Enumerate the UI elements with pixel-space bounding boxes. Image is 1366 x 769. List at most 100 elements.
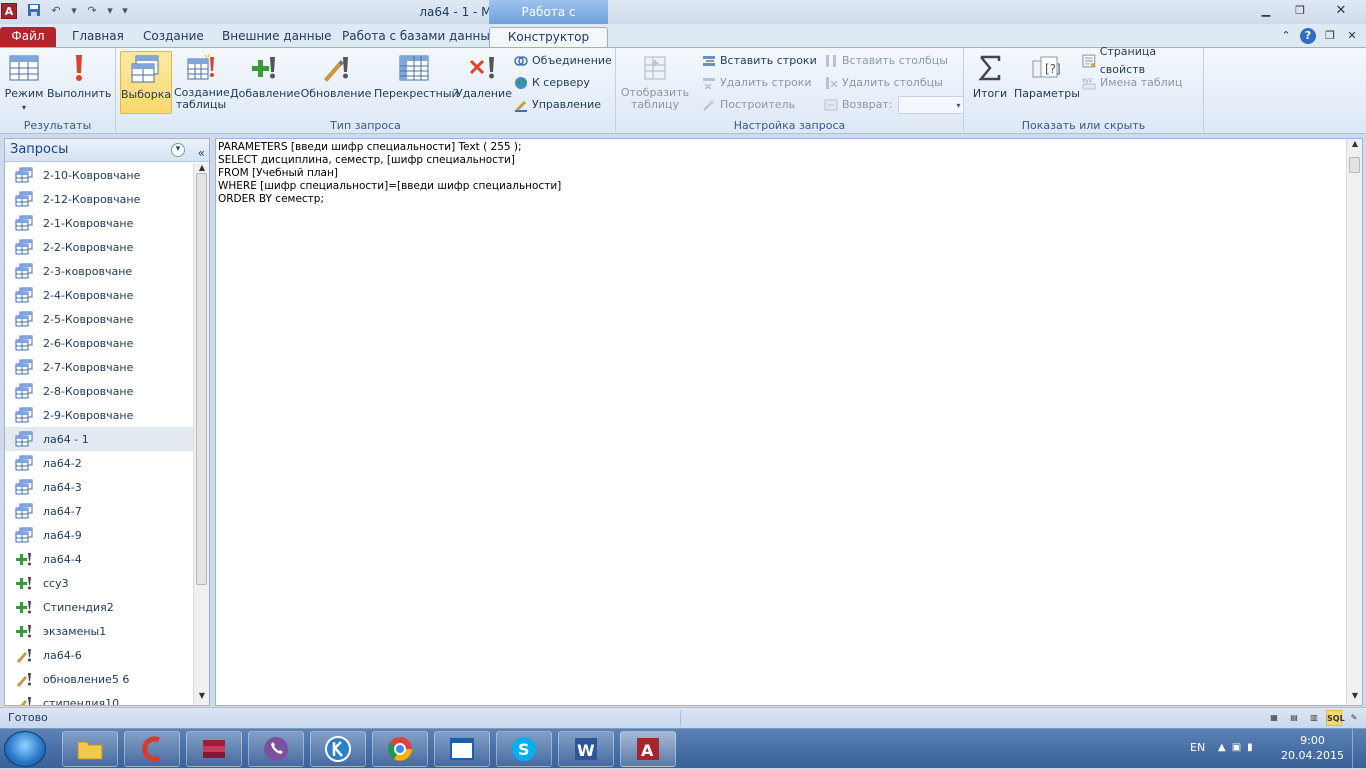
language-indicator[interactable]: EN	[1190, 741, 1205, 754]
data-definition-button[interactable]: Управление	[514, 96, 601, 114]
table-names-button[interactable]: xyz Имена таблиц	[1082, 74, 1182, 92]
builder-button[interactable]: Построитель	[702, 96, 795, 114]
tab-design[interactable]: Конструктор	[489, 27, 608, 48]
passthrough-query-button[interactable]: К серверу	[514, 74, 590, 92]
nav-query-item[interactable]: ла64-7	[5, 499, 193, 523]
chevron-down-icon: ▾	[956, 101, 961, 110]
nav-query-item[interactable]: ла64 - 1	[5, 427, 193, 451]
clock[interactable]: 9:00 20.04.2015	[1281, 733, 1344, 763]
delete-query-button[interactable]: Удаление	[456, 51, 512, 113]
nav-query-item[interactable]: ла64-4	[5, 547, 193, 571]
doc-restore-icon[interactable]: ❐	[1322, 28, 1338, 44]
scroll-down-icon[interactable]: ▼	[194, 691, 210, 705]
taskbar-explorer[interactable]	[62, 731, 118, 767]
crosstab-query-button[interactable]: Перекрестный	[374, 51, 459, 113]
start-button[interactable]	[4, 731, 46, 767]
delete-query-icon	[469, 57, 494, 79]
select-query-icon	[15, 479, 33, 495]
design-view-icon[interactable]: ✎	[1346, 710, 1362, 726]
nav-query-item[interactable]: обновление5 6	[5, 667, 193, 691]
sql-scrollbar[interactable]: ▲ ▼	[1346, 139, 1362, 705]
taskbar-winrar[interactable]	[186, 731, 242, 767]
nav-query-item[interactable]: 2-2-Ковровчане	[5, 235, 193, 259]
tab-external-data[interactable]: Внешние данные	[214, 27, 339, 48]
nav-query-item[interactable]: ла64-6	[5, 643, 193, 667]
nav-query-item[interactable]: 2-12-Ковровчане	[5, 187, 193, 211]
nav-query-item[interactable]: ла64-2	[5, 451, 193, 475]
tray-icons[interactable]: ▲▣▮	[1218, 742, 1259, 753]
taskbar-access[interactable]: A	[620, 731, 676, 767]
scroll-thumb[interactable]	[196, 173, 207, 585]
union-query-button[interactable]: Объединение	[514, 52, 612, 70]
nav-query-item[interactable]: ссу3	[5, 571, 193, 595]
nav-query-item[interactable]: 2-10-Ковровчане	[5, 163, 193, 187]
nav-menu-dropdown-icon[interactable]: ▾	[171, 143, 185, 157]
nav-query-item[interactable]: стипендия10	[5, 691, 193, 705]
tab-home[interactable]: Главная	[64, 27, 132, 48]
status-bar: Готово ▦ ▤ ▥ SQL ✎	[0, 707, 1366, 728]
insert-rows-button[interactable]: Вставить строки	[702, 52, 817, 70]
nav-query-item[interactable]: ла64-3	[5, 475, 193, 499]
restore-button[interactable]: ❐	[1286, 2, 1314, 20]
scroll-up-icon[interactable]: ▲	[1347, 139, 1363, 153]
mode-button[interactable]: Режим ▾	[3, 51, 45, 113]
show-table-button[interactable]: Отобразить таблицу	[620, 51, 690, 113]
nav-query-item[interactable]: 2-1-Ковровчане	[5, 211, 193, 235]
sql-editor[interactable]: PARAMETERS [введи шифр специальности] Te…	[215, 138, 1363, 706]
nav-query-item[interactable]: экзамены1	[5, 619, 193, 643]
taskbar-k-app[interactable]	[310, 731, 366, 767]
delete-rows-button[interactable]: Удалить строки	[702, 74, 812, 92]
taskbar-skype[interactable]: S	[496, 731, 552, 767]
nav-query-item[interactable]: 2-6-Ковровчане	[5, 331, 193, 355]
run-button[interactable]: Выполнить	[47, 51, 111, 113]
return-select[interactable]: ▾	[898, 96, 965, 114]
nav-collapse-icon[interactable]: «	[198, 142, 205, 164]
scroll-down-icon[interactable]: ▼	[1347, 691, 1363, 705]
select-query-icon	[15, 431, 33, 447]
pivot-table-view-icon[interactable]: ▤	[1286, 710, 1302, 726]
nav-query-item[interactable]: Стипендия2	[5, 595, 193, 619]
update-query-button[interactable]: Обновление	[300, 51, 372, 113]
minimize-ribbon-icon[interactable]: ⌃	[1278, 28, 1294, 44]
sql-text[interactable]: PARAMETERS [введи шифр специальности] Te…	[218, 141, 561, 206]
tab-create[interactable]: Создание	[135, 27, 212, 48]
nav-header[interactable]: Запросы ▾ «	[5, 139, 209, 162]
make-table-button[interactable]: Создание таблицы	[174, 51, 230, 113]
pivot-chart-view-icon[interactable]: ▥	[1306, 710, 1322, 726]
help-icon[interactable]: ?	[1300, 28, 1316, 44]
sql-view-button[interactable]: SQL	[1326, 710, 1345, 726]
taskbar-ccleaner[interactable]	[124, 731, 180, 767]
globe-icon	[515, 77, 527, 89]
nav-query-item[interactable]: 2-7-Ковровчане	[5, 355, 193, 379]
nav-query-item[interactable]: 2-4-Ковровчане	[5, 283, 193, 307]
nav-query-item[interactable]: 2-9-Ковровчане	[5, 403, 193, 427]
append-query-button[interactable]: Добавление	[230, 51, 300, 113]
doc-close-icon[interactable]: ✕	[1344, 28, 1360, 44]
taskbar-word[interactable]: W	[558, 731, 614, 767]
datasheet-view-icon[interactable]: ▦	[1266, 710, 1282, 726]
nav-query-item[interactable]: ла64-9	[5, 523, 193, 547]
nav-query-item[interactable]: 2-3-ковровчане	[5, 259, 193, 283]
nav-query-item[interactable]: 2-5-Ковровчане	[5, 307, 193, 331]
scroll-thumb[interactable]	[1349, 157, 1360, 173]
tab-file[interactable]: Файл	[0, 27, 56, 48]
parameters-button[interactable]: [?] Параметры	[1014, 51, 1080, 113]
totals-button[interactable]: Итоги	[968, 51, 1012, 113]
nav-query-item[interactable]: 2-8-Ковровчане	[5, 379, 193, 403]
show-desktop-button[interactable]	[1352, 729, 1366, 769]
minimize-button[interactable]: ▁	[1252, 2, 1280, 20]
taskbar-viber[interactable]	[248, 731, 304, 767]
taskbar-chrome[interactable]	[372, 731, 428, 767]
tab-database-tools[interactable]: Работа с базами данных	[334, 27, 505, 48]
property-sheet-button[interactable]: Страница свойств	[1082, 45, 1203, 76]
insert-columns-button[interactable]: Вставить столбцы	[824, 52, 948, 70]
select-query-button[interactable]: Выборка	[120, 51, 172, 114]
delete-columns-button[interactable]: Удалить столбцы	[824, 74, 943, 92]
nav-scrollbar[interactable]: ▲ ▼	[193, 163, 209, 705]
status-text: Готово	[8, 711, 48, 724]
group-results-label: Результаты	[23, 119, 92, 132]
run-exclamation-icon	[76, 55, 82, 81]
taskbar-window-app[interactable]	[434, 731, 490, 767]
close-button[interactable]: ✕	[1320, 2, 1362, 20]
nav-query-label: стипендия10	[43, 696, 120, 706]
